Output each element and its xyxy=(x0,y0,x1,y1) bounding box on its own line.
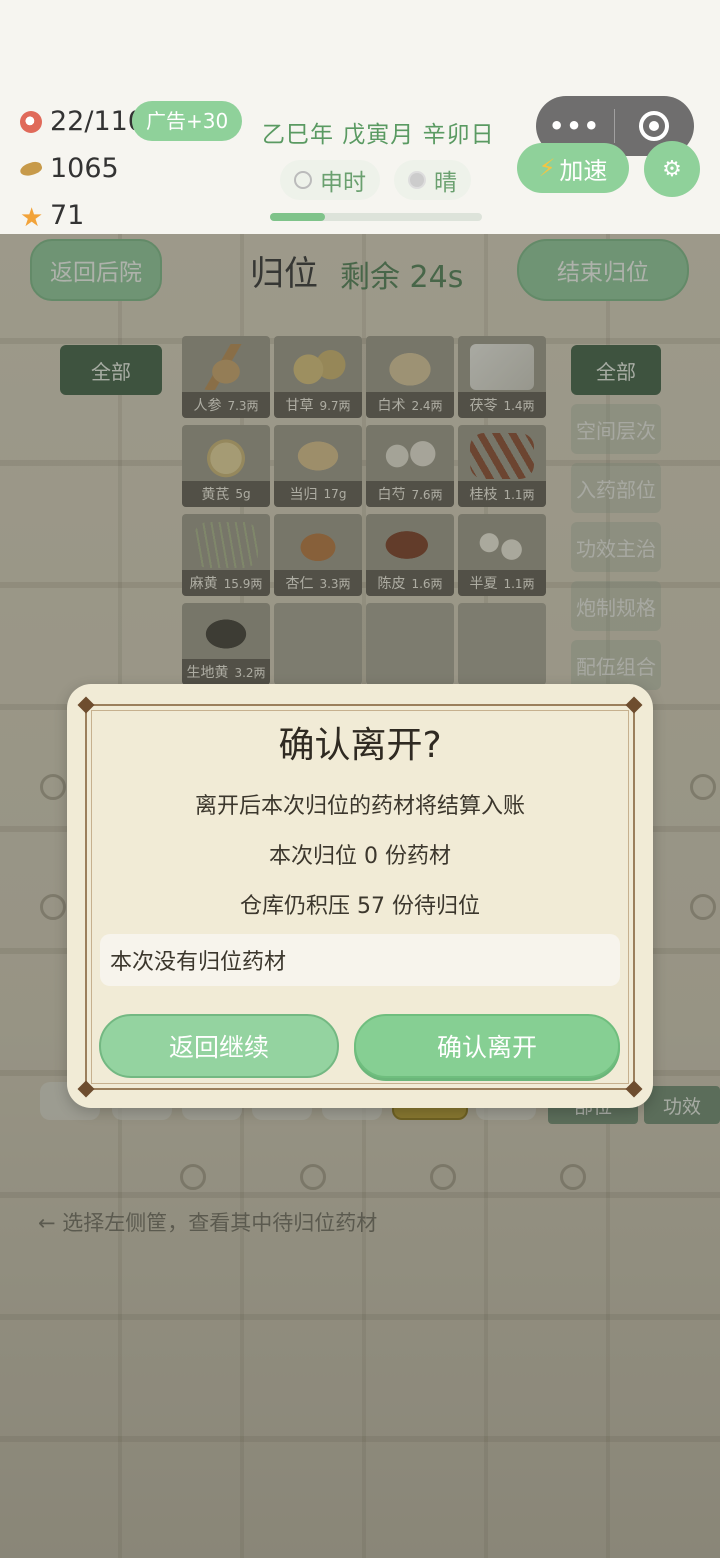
sorted-herbs-summary: 本次没有归位药材 xyxy=(100,934,620,986)
return-continue-button[interactable]: 返回继续 xyxy=(99,1014,339,1078)
coin-counter: 1065 xyxy=(18,153,119,184)
top-status-bar: 22/110 广告+30 1065 ★ 71 乙巳年 戊寅月 辛卯日 申时 晴 … xyxy=(0,0,720,234)
corner-ornament xyxy=(625,1080,643,1098)
confirm-leave-button[interactable]: 确认离开 xyxy=(354,1014,620,1078)
gear-icon: ⚙ xyxy=(662,156,682,182)
speed-up-button[interactable]: ⚡ 加速 xyxy=(517,143,629,193)
day-progress-fill xyxy=(270,213,326,221)
more-menu-button[interactable]: ••• xyxy=(536,112,614,140)
star-counter: ★ 71 xyxy=(20,200,84,231)
stamina-value: 22/110 xyxy=(50,106,145,137)
ad-bonus-button[interactable]: 广告+30 xyxy=(132,101,243,141)
corner-ornament xyxy=(625,696,643,714)
coin-value: 1065 xyxy=(50,153,119,184)
dialog-title: 确认离开? xyxy=(278,725,442,766)
lightning-icon: ⚡ xyxy=(538,154,556,182)
star-icon: ★ xyxy=(20,202,44,233)
clock-icon xyxy=(294,171,312,189)
hour-label: 申时 xyxy=(320,170,366,196)
sorted-count-text: 本次归位 0 份药材 xyxy=(269,844,451,869)
backlog-count-text: 仓库仍积压 57 份待归位 xyxy=(240,894,480,919)
weather-label: 晴 xyxy=(434,170,457,196)
speed-up-label: 加速 xyxy=(559,156,608,185)
corner-ornament xyxy=(77,696,95,714)
hour-chip: 申时 xyxy=(280,160,380,200)
stamina-icon xyxy=(20,110,42,133)
star-value: 71 xyxy=(50,200,85,231)
target-icon xyxy=(639,111,669,141)
settings-button[interactable]: ⚙ xyxy=(644,141,700,197)
weather-icon xyxy=(408,171,426,189)
weather-chip: 晴 xyxy=(394,160,471,200)
calendar-date: 乙巳年 戊寅月 辛卯日 xyxy=(262,122,495,148)
corner-ornament xyxy=(77,1080,95,1098)
stamina-counter: 22/110 xyxy=(20,106,145,137)
dialog-message: 离开后本次归位的药材将结算入账 xyxy=(194,794,525,819)
coin-icon xyxy=(18,159,44,178)
day-progress-bar xyxy=(270,213,482,221)
close-miniprogram-button[interactable] xyxy=(615,111,693,141)
